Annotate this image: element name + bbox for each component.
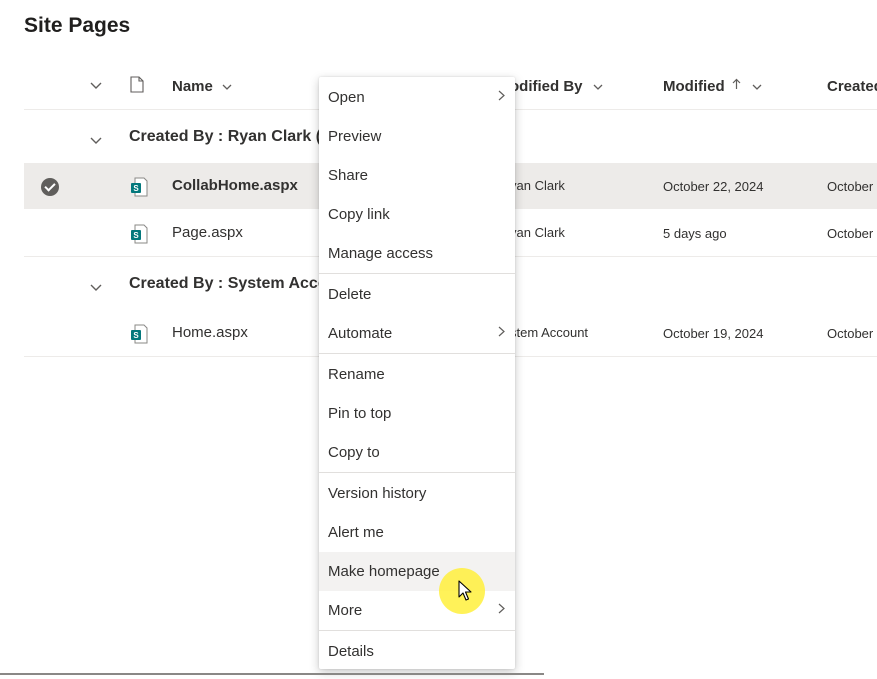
menu-separator xyxy=(319,630,515,631)
menu-item-label: Details xyxy=(328,643,374,660)
menu-item-label: Rename xyxy=(328,366,385,383)
modified-cell: October 22, 2024 xyxy=(663,179,764,194)
menu-item-details[interactable]: Details xyxy=(319,632,515,671)
menu-item-version-history[interactable]: Version history xyxy=(319,474,515,513)
column-header-name[interactable]: Name xyxy=(172,78,213,95)
modified-cell: 5 days ago xyxy=(663,226,727,241)
column-header-modified-by[interactable]: odified By xyxy=(510,78,583,95)
svg-text:S: S xyxy=(133,331,139,340)
svg-text:S: S xyxy=(133,184,139,193)
menu-item-copy-link[interactable]: Copy link xyxy=(319,195,515,234)
file-name-link[interactable]: CollabHome.aspx xyxy=(172,177,298,194)
sharepoint-page-icon: S xyxy=(130,324,148,344)
menu-item-label: Delete xyxy=(328,286,372,303)
arrow-up-icon xyxy=(732,77,741,95)
menu-item-label: Alert me xyxy=(328,524,384,541)
menu-item-make-homepage[interactable]: Make homepage xyxy=(319,552,515,591)
checkmark-icon[interactable] xyxy=(41,178,59,196)
menu-item-copy-to[interactable]: Copy to xyxy=(319,433,515,472)
menu-item-label: Preview xyxy=(328,128,382,145)
menu-item-label: Share xyxy=(328,167,369,184)
modified-cell: October 19, 2024 xyxy=(663,326,764,341)
sharepoint-page-icon: S xyxy=(130,177,148,197)
modified-by-cell: yan Clark xyxy=(510,225,565,240)
menu-separator xyxy=(319,472,515,473)
menu-item-label: Make homepage xyxy=(328,563,440,580)
file-name-link[interactable]: Home.aspx xyxy=(172,324,248,341)
menu-item-rename[interactable]: Rename xyxy=(319,355,515,394)
column-header-created[interactable]: Created xyxy=(827,78,877,95)
menu-item-alert-me[interactable]: Alert me xyxy=(319,513,515,552)
group-label: Created By : Ryan Clark ( xyxy=(129,128,322,145)
chevron-right-icon xyxy=(498,601,505,617)
menu-item-label: Manage access xyxy=(328,245,434,262)
menu-item-preview[interactable]: Preview xyxy=(319,117,515,156)
created-cell: October xyxy=(827,326,874,341)
menu-item-label: Version history xyxy=(328,485,427,502)
menu-separator xyxy=(319,353,515,354)
context-menu: Open Preview Share Copy link Manage acce… xyxy=(319,77,515,669)
menu-item-delete[interactable]: Delete xyxy=(319,275,515,314)
chevron-right-icon xyxy=(498,324,505,340)
menu-item-open[interactable]: Open xyxy=(319,78,515,117)
file-type-icon[interactable] xyxy=(130,76,144,98)
chevron-down-icon[interactable] xyxy=(222,78,232,96)
menu-item-label: Copy to xyxy=(328,444,380,461)
chevron-down-icon[interactable] xyxy=(90,279,102,297)
modified-by-cell: yan Clark xyxy=(510,178,565,193)
menu-item-label: Pin to top xyxy=(328,405,392,422)
menu-item-label: Open xyxy=(328,89,365,106)
created-cell: October xyxy=(827,179,874,194)
svg-text:S: S xyxy=(133,231,139,240)
file-name-link[interactable]: Page.aspx xyxy=(172,224,243,241)
menu-item-label: Copy link xyxy=(328,206,390,223)
menu-separator xyxy=(319,273,515,274)
collapse-all-chevron-icon[interactable] xyxy=(90,78,102,93)
menu-item-share[interactable]: Share xyxy=(319,156,515,195)
chevron-down-icon[interactable] xyxy=(752,78,762,96)
menu-item-manage-access[interactable]: Manage access xyxy=(319,234,515,273)
group-label: Created By : System Acco xyxy=(129,275,328,292)
menu-item-automate[interactable]: Automate xyxy=(319,314,515,353)
horizontal-scrollbar[interactable] xyxy=(0,673,544,675)
chevron-down-icon[interactable] xyxy=(90,132,102,150)
menu-item-pin-to-top[interactable]: Pin to top xyxy=(319,394,515,433)
created-cell: October xyxy=(827,226,874,241)
column-header-modified[interactable]: Modified xyxy=(663,78,725,95)
sharepoint-page-icon: S xyxy=(130,224,148,244)
chevron-down-icon[interactable] xyxy=(593,78,603,96)
mouse-pointer-icon xyxy=(458,580,472,607)
modified-by-cell: stem Account xyxy=(510,325,589,340)
chevron-right-icon xyxy=(498,88,505,104)
menu-item-more[interactable]: More xyxy=(319,591,515,630)
page-title: Site Pages xyxy=(24,14,131,37)
menu-item-label: More xyxy=(328,602,363,619)
menu-item-label: Automate xyxy=(328,325,393,342)
